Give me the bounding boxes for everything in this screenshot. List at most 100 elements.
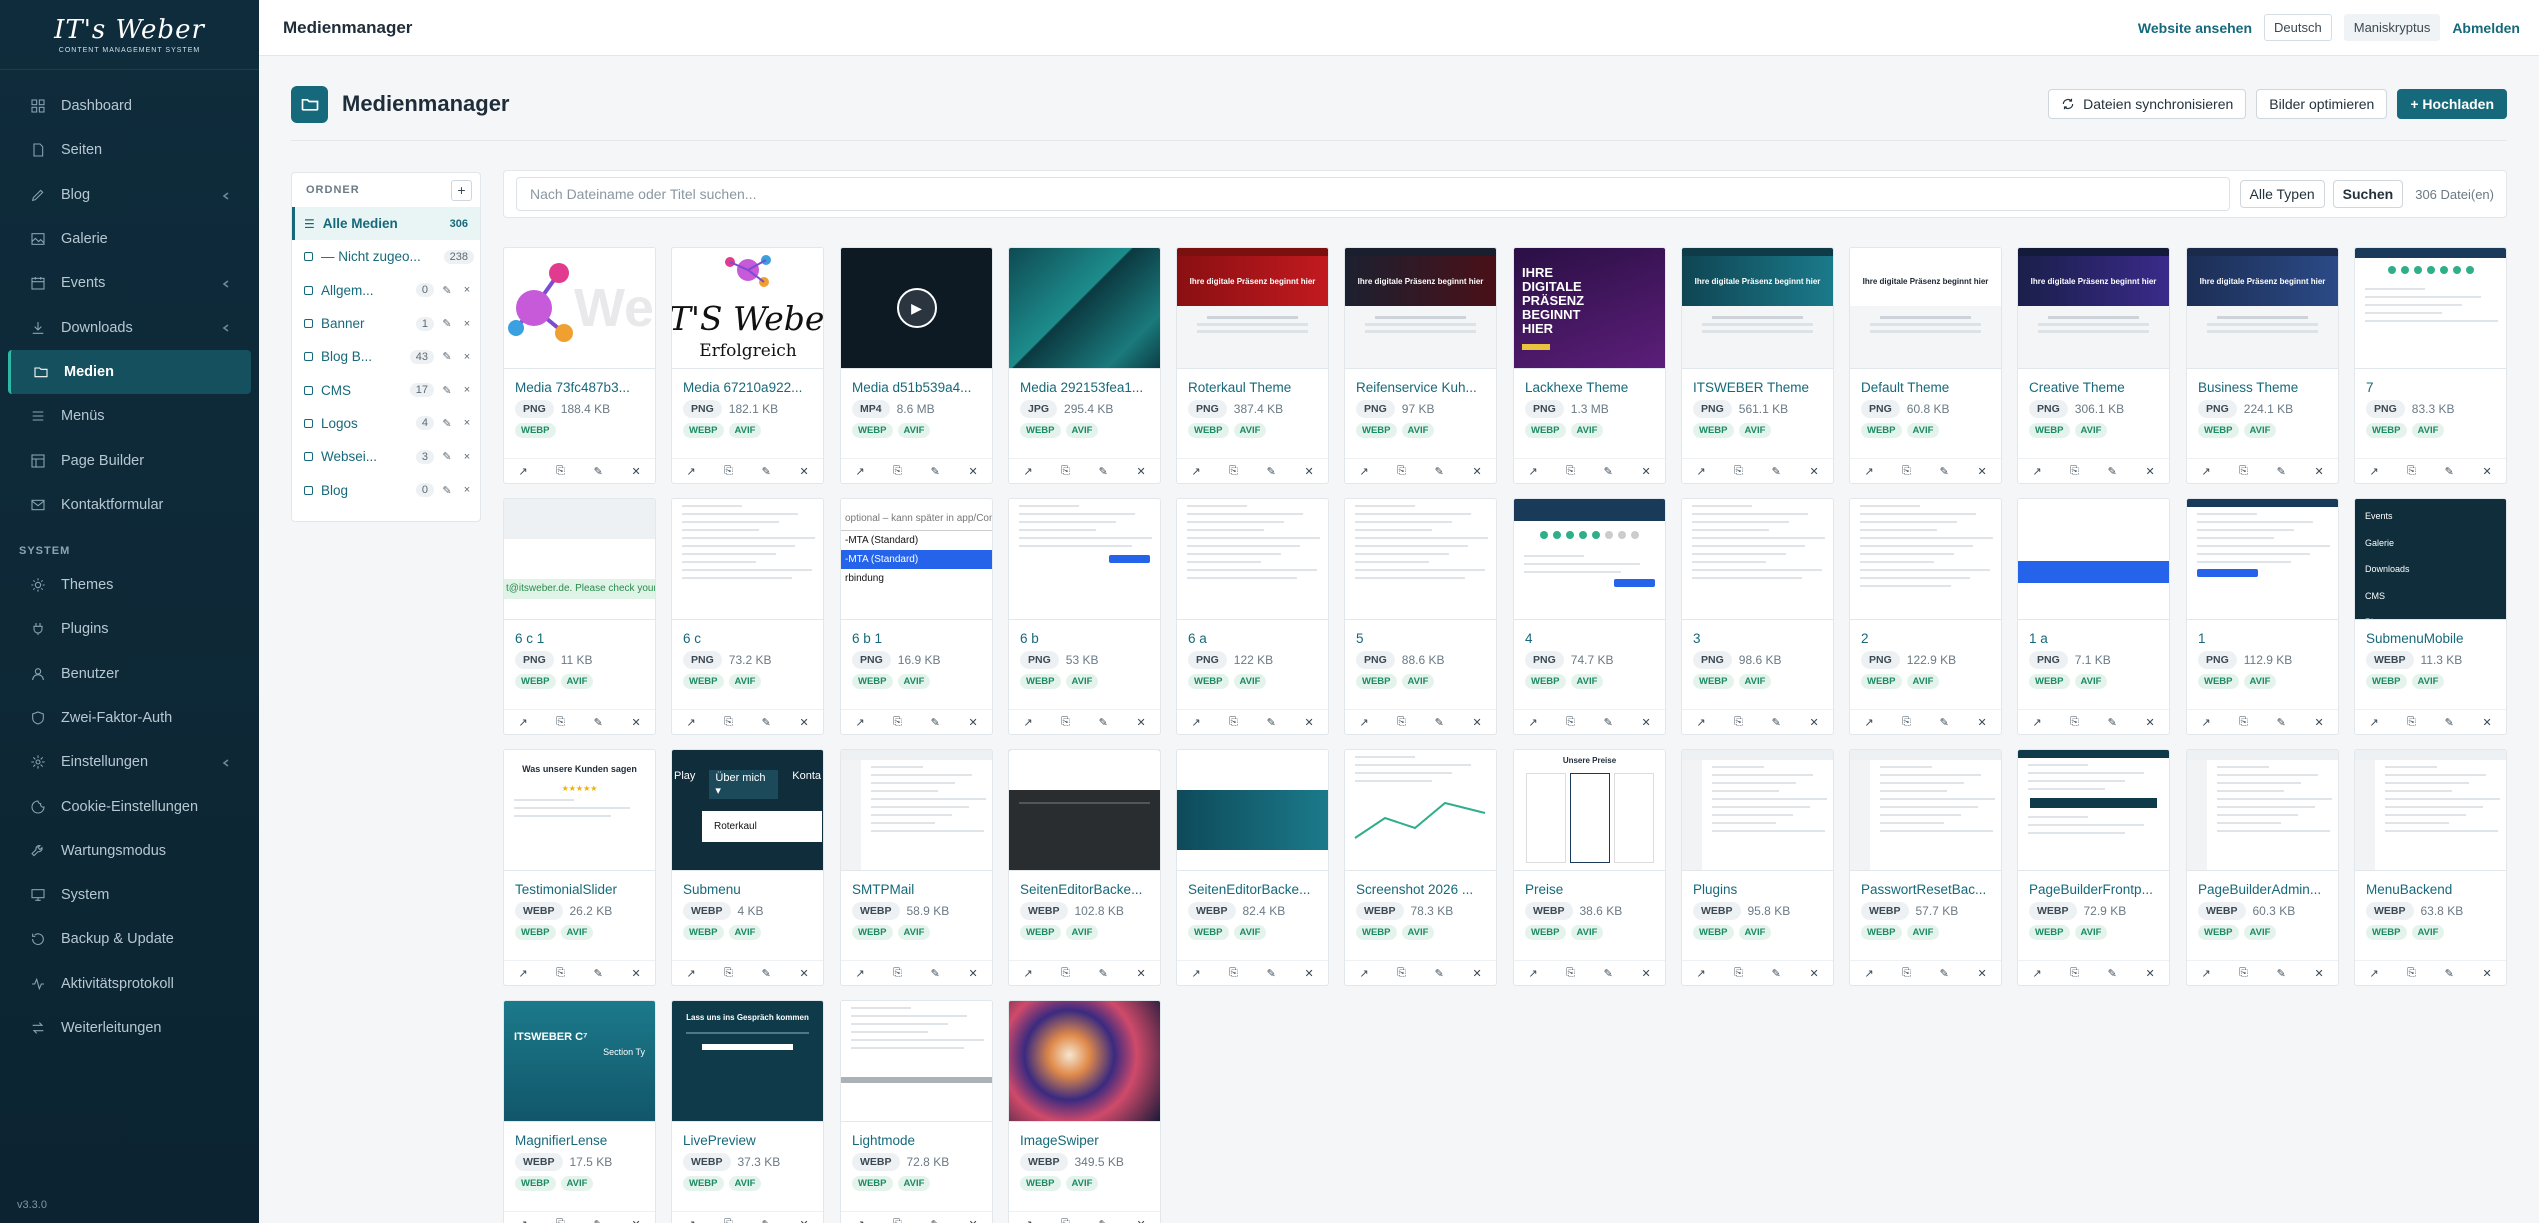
media-card[interactable]: PageBuilderAdmin... WEBP 60.3 KB WEBP AVIF ↗ ⎘… — [2186, 749, 2339, 986]
delete-icon[interactable]: ✕ — [1136, 716, 1145, 729]
copy-icon[interactable]: ⎘ — [1902, 967, 1911, 980]
edit-icon[interactable]: ✎ — [1940, 465, 1949, 478]
delete-icon[interactable]: ✕ — [1641, 967, 1650, 980]
media-title[interactable]: Default Theme — [1850, 369, 2001, 395]
media-card[interactable]: ITSWEBER C⁷ Section Ty MagnifierLense WEBP 1… — [503, 1000, 656, 1223]
edit-icon[interactable]: ✎ — [2445, 465, 2454, 478]
delete-folder-icon[interactable]: × — [460, 384, 474, 396]
media-thumbnail[interactable]: Ihre digitale Präsenz beginnt hier — [2018, 248, 2169, 369]
copy-icon[interactable]: ⎘ — [1902, 716, 1911, 729]
search-input[interactable]: Nach Dateiname oder Titel suchen... — [516, 177, 2230, 211]
sidebar-item-galerie[interactable]: Galerie — [0, 217, 259, 261]
copy-icon[interactable]: ⎘ — [1734, 967, 1743, 980]
delete-icon[interactable]: ✕ — [1977, 967, 1986, 980]
media-card[interactable]: PasswortResetBac... WEBP 57.7 KB WEBP AVIF ↗ ⎘… — [1849, 749, 2002, 986]
media-title[interactable]: 3 — [1682, 620, 1833, 646]
delete-icon[interactable]: ✕ — [1304, 716, 1313, 729]
delete-icon[interactable]: ✕ — [631, 1218, 640, 1223]
media-card[interactable]: SMTPMail WEBP 58.9 KB WEBP AVIF ↗ ⎘ ✎ ✕ — [840, 749, 993, 986]
type-filter-select[interactable]: Alle Typen — [2239, 180, 2325, 208]
edit-icon[interactable]: ✎ — [1099, 716, 1108, 729]
copy-icon[interactable]: ⎘ — [2239, 967, 2248, 980]
edit-icon[interactable]: ✎ — [931, 465, 940, 478]
media-thumbnail[interactable] — [1682, 499, 1833, 620]
media-thumbnail[interactable] — [2355, 750, 2506, 871]
media-card[interactable]: 3 PNG 98.6 KB WEBP AVIF ↗ ⎘ ✎ ✕ — [1681, 498, 1834, 735]
edit-icon[interactable]: ✎ — [1604, 465, 1613, 478]
open-icon[interactable]: ↗ — [1528, 465, 1537, 478]
media-card[interactable]: Media 292153fea1... JPG 295.4 KB WEBP AVIF ↗ ⎘… — [1008, 247, 1161, 484]
media-thumbnail[interactable]: optional – kann später in app/Confi -MTA … — [841, 499, 992, 620]
edit-icon[interactable]: ✎ — [2445, 967, 2454, 980]
media-thumbnail[interactable]: Ihre digitale Präsenz beginnt hier — [1345, 248, 1496, 369]
rename-folder-icon[interactable]: ✎ — [440, 384, 454, 397]
edit-icon[interactable]: ✎ — [2277, 716, 2286, 729]
delete-icon[interactable]: ✕ — [1977, 465, 1986, 478]
copy-icon[interactable]: ⎘ — [2070, 967, 2079, 980]
media-thumbnail[interactable]: EventsGalerieDownloadsCMSPlay — [2355, 499, 2506, 620]
media-thumbnail[interactable]: Play Über mich ▾ Konta Roterkaul — [672, 750, 823, 871]
copy-icon[interactable]: ⎘ — [2407, 465, 2416, 478]
open-icon[interactable]: ↗ — [518, 967, 527, 980]
open-icon[interactable]: ↗ — [686, 1218, 695, 1223]
copy-icon[interactable]: ⎘ — [893, 465, 902, 478]
sidebar-item-weiterleitungen[interactable]: Weiterleitungen — [0, 1006, 259, 1050]
edit-icon[interactable]: ✎ — [594, 967, 603, 980]
media-card[interactable]: Ihre digitale Präsenz beginnt hier Busine… — [2186, 247, 2339, 484]
delete-icon[interactable]: ✕ — [2482, 967, 2491, 980]
sync-files-button[interactable]: Dateien synchronisieren — [2048, 89, 2247, 119]
edit-icon[interactable]: ✎ — [1435, 716, 1444, 729]
sidebar-item-einstellungen[interactable]: Einstellungen — [0, 740, 259, 784]
edit-icon[interactable]: ✎ — [594, 1218, 603, 1223]
media-card[interactable]: 6 a PNG 122 KB WEBP AVIF ↗ ⎘ ✎ ✕ — [1176, 498, 1329, 735]
copy-icon[interactable]: ⎘ — [2407, 967, 2416, 980]
media-card[interactable]: Plugins WEBP 95.8 KB WEBP AVIF ↗ ⎘ ✎ ✕ — [1681, 749, 1834, 986]
media-card[interactable]: 2 PNG 122.9 KB WEBP AVIF ↗ ⎘ ✎ ✕ — [1849, 498, 2002, 735]
edit-icon[interactable]: ✎ — [931, 716, 940, 729]
sidebar-item-kontaktformular[interactable]: Kontaktformular — [0, 483, 259, 527]
edit-icon[interactable]: ✎ — [762, 967, 771, 980]
media-card[interactable]: PageBuilderFrontp... WEBP 72.9 KB WEBP AVIF ↗… — [2017, 749, 2170, 986]
open-icon[interactable]: ↗ — [1191, 967, 1200, 980]
delete-icon[interactable]: ✕ — [2482, 716, 2491, 729]
folder-item[interactable]: Banner 1 ✎ × — [292, 307, 480, 340]
open-icon[interactable]: ↗ — [2369, 716, 2378, 729]
folder-item[interactable]: Allgem... 0 ✎ × — [292, 274, 480, 307]
open-icon[interactable]: ↗ — [855, 967, 864, 980]
copy-icon[interactable]: ⎘ — [1566, 465, 1575, 478]
open-icon[interactable]: ↗ — [1528, 716, 1537, 729]
copy-icon[interactable]: ⎘ — [1229, 716, 1238, 729]
delete-icon[interactable]: ✕ — [1304, 967, 1313, 980]
media-thumbnail[interactable] — [1514, 499, 1665, 620]
open-icon[interactable]: ↗ — [1864, 465, 1873, 478]
media-thumbnail[interactable]: Ihre digitale Präsenz beginnt hier — [2187, 248, 2338, 369]
edit-icon[interactable]: ✎ — [2277, 465, 2286, 478]
media-card[interactable]: ▶ Media d51b539a4... MP4 8.6 MB WEBP AVIF ↗ ⎘ ✎ ✕ — [840, 247, 993, 484]
edit-icon[interactable]: ✎ — [1435, 465, 1444, 478]
sidebar-item-menüs[interactable]: Menüs — [0, 394, 259, 438]
edit-icon[interactable]: ✎ — [2277, 967, 2286, 980]
open-icon[interactable]: ↗ — [1359, 465, 1368, 478]
media-thumbnail[interactable] — [1177, 499, 1328, 620]
delete-icon[interactable]: ✕ — [799, 967, 808, 980]
media-card[interactable]: 6 c PNG 73.2 KB WEBP AVIF ↗ ⎘ ✎ ✕ — [671, 498, 824, 735]
folder-item[interactable]: ☰ Alle Medien 306 — [292, 207, 480, 241]
media-card[interactable]: SeitenEditorBacke... WEBP 82.4 KB WEBP AVIF ↗… — [1176, 749, 1329, 986]
media-thumbnail[interactable] — [1009, 499, 1160, 620]
folder-item[interactable]: Logos 4 ✎ × — [292, 407, 480, 440]
copy-icon[interactable]: ⎘ — [2239, 465, 2248, 478]
media-thumbnail[interactable] — [1345, 499, 1496, 620]
edit-icon[interactable]: ✎ — [1940, 967, 1949, 980]
edit-icon[interactable]: ✎ — [1435, 967, 1444, 980]
media-card[interactable]: 6 b PNG 53 KB WEBP AVIF ↗ ⎘ ✎ ✕ — [1008, 498, 1161, 735]
delete-icon[interactable]: ✕ — [968, 1218, 977, 1223]
copy-icon[interactable]: ⎘ — [724, 465, 733, 478]
open-icon[interactable]: ↗ — [1023, 716, 1032, 729]
media-card[interactable]: 7 PNG 83.3 KB WEBP AVIF ↗ ⎘ ✎ ✕ — [2354, 247, 2507, 484]
media-title[interactable]: 1 a — [2018, 620, 2169, 646]
copy-icon[interactable]: ⎘ — [1566, 967, 1575, 980]
sidebar-item-backup-update[interactable]: Backup & Update — [0, 917, 259, 961]
media-thumbnail[interactable] — [841, 750, 992, 871]
folder-item[interactable]: CMS 17 ✎ × — [292, 373, 480, 406]
media-title[interactable]: Reifenservice Kuh... — [1345, 369, 1496, 395]
